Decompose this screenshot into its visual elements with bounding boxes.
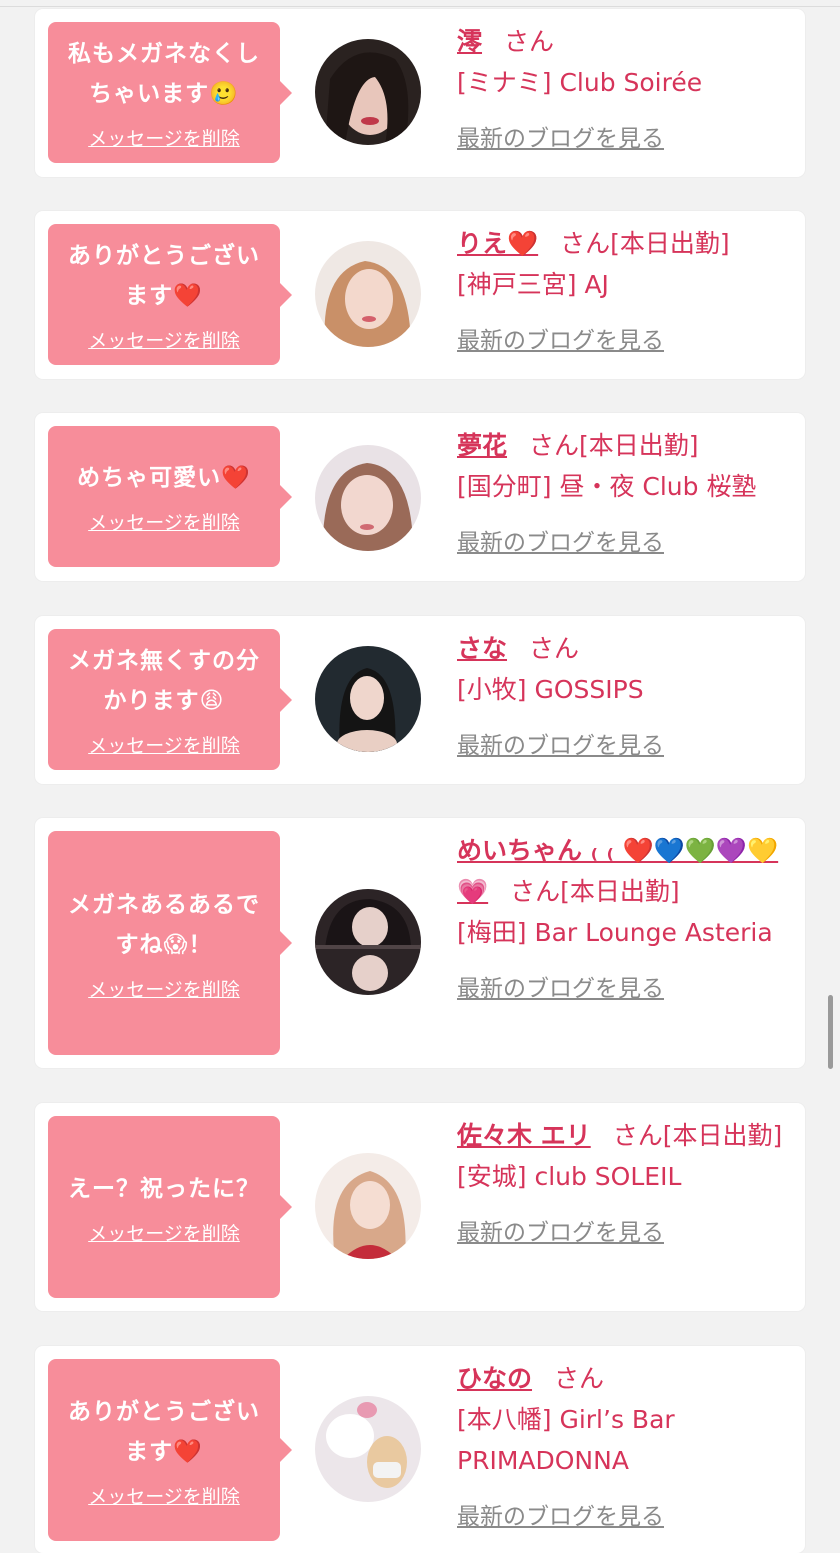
latest-blog-link[interactable]: 最新のブログを見る	[457, 969, 797, 1010]
shop-name: [梅田] Bar Lounge Asteria	[457, 918, 773, 947]
delete-message-link[interactable]: メッセージを削除	[88, 124, 240, 151]
message-text: メガネあるあるですね😱！	[68, 891, 260, 958]
message-card: メガネあるあるですね😱！ メッセージを削除 めいちゃん ₍ ₍ ❤️💙💚💜💛💗 さ…	[35, 818, 805, 1068]
message-card: えー？祝ったに？ メッセージを削除 佐々木 エリ さん[本日出勤] [安城] cl…	[35, 1103, 805, 1311]
delete-message-link[interactable]: メッセージを削除	[88, 326, 240, 353]
scrollbar-thumb[interactable]	[828, 995, 833, 1069]
latest-blog-link[interactable]: 最新のブログを見る	[457, 726, 797, 767]
delete-message-link[interactable]: メッセージを削除	[88, 1219, 240, 1246]
shop-name: [神戸三宮] AJ	[457, 270, 609, 299]
avatar[interactable]	[315, 445, 421, 551]
honorific: さん	[529, 431, 580, 460]
message-bubble: ありがとうございます❤️ メッセージを削除	[48, 1359, 292, 1541]
message-card: 私もメガネなくしちゃいます🥲 メッセージを削除 澪さん [ミナミ] Club S…	[35, 9, 805, 177]
cast-info: りえ❤️ さん[本日出勤] [神戸三宮] AJ 最新のブログを見る	[457, 223, 797, 362]
message-bubble: メガネあるあるですね😱！ メッセージを削除	[48, 831, 292, 1055]
message-text: えー？祝ったに？	[68, 1175, 260, 1202]
shop-name: [小牧] GOSSIPS	[457, 675, 644, 704]
latest-blog-link[interactable]: 最新のブログを見る	[457, 1213, 797, 1254]
message-bubble: ありがとうございます❤️ メッセージを削除	[48, 224, 292, 365]
message-text: ありがとうございます❤️	[68, 1398, 260, 1465]
status-badge: [本日出勤]	[610, 229, 730, 258]
honorific: さん	[510, 877, 561, 906]
top-divider	[0, 0, 840, 7]
avatar[interactable]	[315, 889, 421, 995]
honorific: さん	[529, 634, 580, 663]
message-text: ありがとうございます❤️	[68, 243, 260, 309]
latest-blog-link[interactable]: 最新のブログを見る	[457, 119, 797, 160]
cast-name-link[interactable]: ひなの	[457, 1364, 532, 1393]
cast-name-link[interactable]: さな	[457, 634, 507, 663]
status-badge: [本日出勤]	[579, 431, 699, 460]
avatar[interactable]	[315, 241, 421, 347]
message-text: 私もメガネなくしちゃいます🥲	[68, 41, 260, 107]
avatar[interactable]	[315, 1396, 421, 1502]
cast-info: 佐々木 エリ さん[本日出勤] [安城] club SOLEIL 最新のブログを見…	[457, 1115, 797, 1254]
honorific: さん	[612, 1121, 663, 1150]
avatar[interactable]	[315, 1153, 421, 1259]
avatar[interactable]	[315, 39, 421, 145]
delete-message-link[interactable]: メッセージを削除	[88, 508, 240, 535]
honorific: さん	[554, 1364, 605, 1393]
message-bubble: えー？祝ったに？ メッセージを削除	[48, 1116, 292, 1298]
shop-name: [ミナミ] Club Soirée	[457, 68, 703, 97]
message-card: めちゃ可愛い❤️ メッセージを削除 夢花 さん[本日出勤] [国分町] 昼・夜 C…	[35, 413, 805, 581]
latest-blog-link[interactable]: 最新のブログを見る	[457, 321, 797, 362]
cast-info: めいちゃん ₍ ₍ ❤️💙💚💜💛💗 さん[本日出勤] [梅田] Bar Loung…	[457, 830, 797, 1010]
cast-name-link[interactable]: 夢花	[457, 431, 507, 460]
message-card: メガネ無くすの分かります😩 メッセージを削除 さな さん [小牧] GOSSIPS…	[35, 616, 805, 784]
cast-info: 澪さん [ミナミ] Club Soirée 最新のブログを見る	[457, 21, 797, 160]
shop-name: [本八幡] Girl’s Bar PRIMADONNA	[457, 1405, 675, 1475]
delete-message-link[interactable]: メッセージを削除	[88, 731, 240, 758]
honorific: さん	[560, 229, 611, 258]
status-badge: [本日出勤]	[560, 877, 680, 906]
message-text: メガネ無くすの分かります😩	[68, 648, 260, 714]
message-text: めちゃ可愛い❤️	[77, 465, 251, 491]
message-bubble: 私もメガネなくしちゃいます🥲 メッセージを削除	[48, 22, 292, 163]
message-bubble: メガネ無くすの分かります😩 メッセージを削除	[48, 629, 292, 770]
cast-name-link[interactable]: りえ❤️	[457, 229, 538, 258]
cast-name-link[interactable]: 佐々木 エリ	[457, 1121, 591, 1150]
cast-name-link[interactable]: 澪	[457, 27, 482, 56]
latest-blog-link[interactable]: 最新のブログを見る	[457, 1497, 797, 1538]
shop-name: [安城] club SOLEIL	[457, 1162, 682, 1191]
delete-message-link[interactable]: メッセージを削除	[88, 1482, 240, 1509]
cast-info: さな さん [小牧] GOSSIPS 最新のブログを見る	[457, 628, 797, 767]
shop-name: [国分町] 昼・夜 Club 桜塾	[457, 472, 757, 501]
message-card: ありがとうございます❤️ メッセージを削除 りえ❤️ さん[本日出勤] [神戸三宮…	[35, 211, 805, 379]
cast-info: 夢花 さん[本日出勤] [国分町] 昼・夜 Club 桜塾 最新のブログを見る	[457, 425, 797, 564]
cast-info: ひなの さん [本八幡] Girl’s Bar PRIMADONNA 最新のブログ…	[457, 1358, 797, 1538]
status-badge: [本日出勤]	[662, 1121, 783, 1150]
honorific: さん	[504, 27, 555, 56]
avatar[interactable]	[315, 646, 421, 752]
message-bubble: めちゃ可愛い❤️ メッセージを削除	[48, 426, 292, 567]
latest-blog-link[interactable]: 最新のブログを見る	[457, 523, 797, 564]
message-card: ありがとうございます❤️ メッセージを削除 ひなの さん [本八幡] Girl’s…	[35, 1346, 805, 1553]
delete-message-link[interactable]: メッセージを削除	[88, 975, 240, 1002]
